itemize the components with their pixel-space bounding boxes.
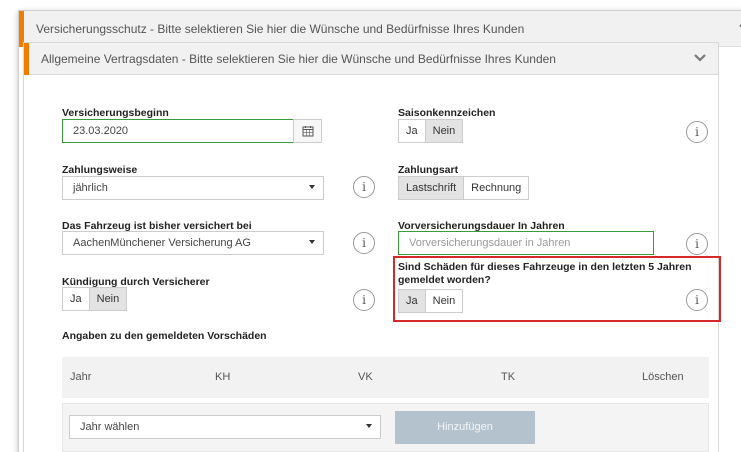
info-icon[interactable]: i [686, 233, 708, 255]
info-icon[interactable]: i [686, 289, 708, 311]
column-header-loeschen: Löschen [642, 371, 684, 383]
info-icon[interactable]: i [353, 289, 375, 311]
column-header-vk: VK [358, 371, 373, 383]
kuendigung-toggle: Ja Nein [62, 287, 128, 311]
zahlungsart-label: Zahlungsart [398, 164, 459, 176]
vorversicherungsdauer-input[interactable]: Vorversicherungsdauer in Jahren [398, 231, 654, 255]
zahlungsweise-label: Zahlungsweise [62, 164, 138, 176]
vorschaeden-add-row: Jahr wählen Hinzufügen [62, 403, 709, 452]
vorversicherungsdauer-placeholder: Vorversicherungsdauer in Jahren [409, 237, 571, 249]
saisonkennzeichen-toggle: Ja Nein [398, 119, 464, 143]
versichert-bei-select[interactable]: AachenMünchener Versicherung AG [62, 231, 324, 255]
versicherungsbeginn-label: Versicherungsbeginn [62, 107, 169, 119]
saisonkennzeichen-ja[interactable]: Ja [398, 119, 426, 143]
info-icon[interactable]: i [353, 176, 375, 198]
inner-accent-bar [24, 43, 29, 75]
caret-down-icon [309, 185, 315, 189]
hinzufuegen-button[interactable]: Hinzufügen [395, 411, 535, 444]
schaeden-nein[interactable]: Nein [425, 289, 464, 313]
column-header-kh: KH [215, 371, 231, 383]
inner-panel-header[interactable]: Allgemeine Vertragsdaten - Bitte selekti… [24, 43, 718, 75]
versichert-bei-value: AachenMünchener Versicherung AG [73, 237, 251, 249]
info-icon[interactable]: i [686, 121, 708, 143]
column-header-tk: TK [501, 371, 516, 383]
caret-down-icon [366, 424, 372, 428]
zahlungsweise-value: jährlich [73, 182, 108, 194]
zahlungsart-lastschrift[interactable]: Lastschrift [398, 176, 465, 200]
jahr-select[interactable]: Jahr wählen [69, 415, 381, 439]
zahlungsart-rechnung[interactable]: Rechnung [464, 176, 530, 200]
versicherungsbeginn-input[interactable]: 23.03.2020 [62, 119, 294, 143]
outer-panel-title: Versicherungsschutz - Bitte selektieren … [36, 22, 525, 36]
jahr-select-value: Jahr wählen [80, 421, 140, 433]
calendar-icon[interactable] [293, 119, 322, 143]
chevron-down-icon[interactable] [694, 53, 706, 66]
schaeden-toggle: Ja Nein [398, 289, 464, 313]
vorschaeden-table-header: Jahr KH VK TK Löschen [62, 357, 709, 398]
info-icon[interactable]: i [353, 232, 375, 254]
kuendigung-nein[interactable]: Nein [89, 287, 128, 311]
column-header-jahr: Jahr [70, 371, 92, 383]
saisonkennzeichen-nein[interactable]: Nein [425, 119, 464, 143]
inner-panel-title: Allgemeine Vertragsdaten - Bitte selekti… [41, 52, 556, 66]
schaeden-ja[interactable]: Ja [398, 289, 426, 313]
zahlungsart-toggle: Lastschrift Rechnung [398, 176, 530, 200]
caret-down-icon [309, 240, 315, 244]
zahlungsweise-select[interactable]: jährlich [62, 176, 324, 200]
saisonkennzeichen-label: Saisonkennzeichen [398, 107, 496, 119]
vorschaeden-heading: Angaben zu den gemeldeten Vorschäden [62, 330, 267, 342]
kuendigung-ja[interactable]: Ja [62, 287, 90, 311]
schaeden-label: Sind Schäden für dieses Fahrzeuge in den… [398, 261, 692, 286]
